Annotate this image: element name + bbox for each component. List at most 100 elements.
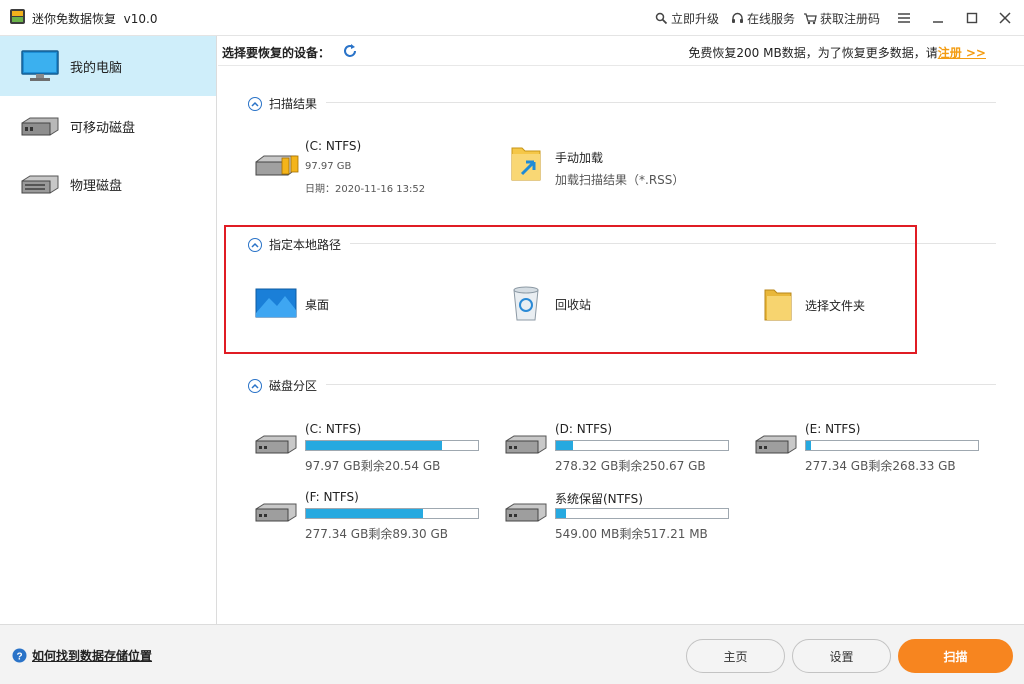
folder-icon (764, 289, 792, 321)
partition-item[interactable]: (C: NTFS) 97.97 GB剩余20.54 GB (254, 420, 484, 476)
section-title: 扫描结果 (269, 97, 318, 111)
get-register-code-label: 获取注册码 (820, 12, 881, 26)
maximize-icon (966, 12, 978, 24)
sidebar-item-label: 我的电脑 (70, 60, 123, 76)
section-title: 指定本地路径 (269, 238, 342, 252)
physical-disk-icon (21, 175, 59, 194)
usage-bar (555, 440, 729, 451)
location-desktop[interactable]: 桌面 (255, 286, 455, 320)
help-link-label: 如何找到数据存储位置 (32, 649, 153, 663)
usage-bar (305, 508, 479, 519)
headset-icon (732, 12, 743, 23)
manual-load-desc: 加载扫描结果（*.RSS） (555, 173, 685, 187)
chevron-up-icon (248, 378, 262, 393)
drive-size: 97.97 GB (305, 161, 352, 172)
partition-item[interactable]: (E: NTFS) 277.34 GB剩余268.33 GB (754, 420, 984, 476)
partition-name: (C: NTFS) (305, 422, 362, 436)
manual-load-item[interactable]: 手动加载 加载扫描结果（*.RSS） (510, 140, 710, 190)
menu-button[interactable] (890, 4, 918, 32)
register-link[interactable]: 注册 >> (938, 46, 986, 60)
partition-info: 277.34 GB剩余268.33 GB (805, 459, 956, 473)
location-label: 选择文件夹 (805, 299, 866, 313)
usage-bar (805, 440, 979, 451)
get-register-code-link[interactable]: 获取注册码 (803, 10, 880, 27)
hamburger-icon (898, 13, 910, 23)
refresh-icon[interactable] (342, 43, 358, 59)
online-service-link[interactable]: 在线服务 (731, 10, 795, 27)
app-logo-icon (10, 9, 25, 24)
divider (326, 102, 996, 103)
help-link[interactable]: ? 如何找到数据存储位置 (12, 647, 152, 664)
upgrade-link[interactable]: 立即升级 (655, 10, 719, 27)
sidebar: 我的电脑 可移动磁盘 物理磁盘 (0, 36, 217, 624)
location-label: 桌面 (305, 298, 330, 312)
device-toolbar: 选择要恢复的设备： 免费恢复200 MB数据，为了恢复更多数据，请注册 >> (218, 36, 1024, 66)
partition-item[interactable]: (F: NTFS) 277.34 GB剩余89.30 GB (254, 488, 484, 544)
home-button[interactable]: 主页 (686, 639, 785, 673)
partition-name: (E: NTFS) (805, 422, 861, 436)
divider (326, 384, 996, 385)
hard-drive-icon (505, 503, 547, 522)
manual-load-title: 手动加载 (555, 151, 604, 165)
partition-info: 97.97 GB剩余20.54 GB (305, 459, 441, 473)
footer-bar: ? 如何找到数据存储位置 主页 设置 扫描 (0, 624, 1024, 684)
usage-bar (305, 440, 479, 451)
cart-icon (804, 13, 817, 25)
partition-item[interactable]: (D: NTFS) 278.32 GB剩余250.67 GB (504, 420, 734, 476)
settings-button[interactable]: 设置 (792, 639, 891, 673)
location-label: 回收站 (555, 298, 592, 312)
partition-name: (F: NTFS) (305, 490, 359, 504)
partition-name: (D: NTFS) (555, 422, 613, 436)
usage-bar-fill (306, 509, 423, 518)
sidebar-item-my-computer[interactable]: 我的电脑 (0, 36, 216, 96)
location-select-folder[interactable]: 选择文件夹 (763, 286, 963, 324)
usage-bar (555, 508, 729, 519)
load-folder-icon (511, 147, 541, 181)
main-panel: 选择要恢复的设备： 免费恢复200 MB数据，为了恢复更多数据，请注册 >> 扫… (218, 36, 1024, 624)
drive-name: (C: NTFS) (305, 139, 362, 153)
maximize-button[interactable] (958, 4, 986, 32)
sidebar-item-physical-disk[interactable]: 物理磁盘 (0, 154, 216, 214)
scan-date: 日期：2020-11-16 13:52 (305, 184, 426, 195)
usage-bar-fill (556, 509, 567, 518)
scan-result-drive-c[interactable]: (C: NTFS) 97.97 GB 日期：2020-11-16 13:52 (254, 136, 454, 196)
location-recycle-bin[interactable]: 回收站 (509, 284, 709, 322)
scan-results-header[interactable]: 扫描结果 (248, 95, 317, 112)
removable-disk-icon (21, 117, 59, 136)
hard-drive-icon (755, 435, 797, 454)
help-icon: ? (12, 648, 27, 663)
partition-item[interactable]: 系统保留(NTFS) 549.00 MB剩余517.21 MB (504, 488, 734, 544)
hard-drive-icon (255, 503, 297, 522)
local-path-header[interactable]: 指定本地路径 (248, 236, 341, 253)
minimize-button[interactable] (924, 4, 952, 32)
search-icon (655, 12, 668, 25)
sidebar-item-removable-disk[interactable]: 可移动磁盘 (0, 96, 216, 156)
usage-bar-fill (306, 441, 442, 450)
device-select-label: 选择要恢复的设备： (222, 46, 331, 60)
sidebar-item-label: 物理磁盘 (70, 178, 123, 194)
divider (350, 243, 996, 244)
desktop-icon (255, 288, 297, 318)
close-button[interactable] (991, 4, 1019, 32)
usage-bar-fill (556, 441, 574, 450)
hard-drive-icon (255, 435, 297, 454)
hard-drive-icon (505, 435, 547, 454)
recycle-bin-icon (513, 286, 539, 321)
scan-button[interactable]: 扫描 (898, 639, 1013, 673)
partition-info: 277.34 GB剩余89.30 GB (305, 527, 449, 541)
title-bar: 迷你免数据恢复 v10.0 立即升级 在线服务 获取注册码 (0, 0, 1024, 36)
close-icon (999, 12, 1011, 24)
partition-name: 系统保留(NTFS) (555, 492, 643, 506)
sidebar-item-label: 可移动磁盘 (70, 120, 136, 136)
partition-info: 278.32 GB剩余250.67 GB (555, 459, 706, 473)
svg-text:?: ? (16, 652, 22, 663)
partition-info: 549.00 MB剩余517.21 MB (555, 527, 708, 541)
online-service-label: 在线服务 (747, 12, 796, 26)
app-title: 迷你免数据恢复 v10.0 (32, 12, 158, 26)
minimize-icon (933, 21, 943, 23)
promo-text: 免费恢复200 MB数据，为了恢复更多数据，请注册 >> (688, 46, 986, 60)
section-title: 磁盘分区 (269, 379, 318, 393)
monitor-icon (21, 50, 59, 81)
partitions-header[interactable]: 磁盘分区 (248, 377, 317, 394)
chevron-up-icon (248, 237, 262, 252)
